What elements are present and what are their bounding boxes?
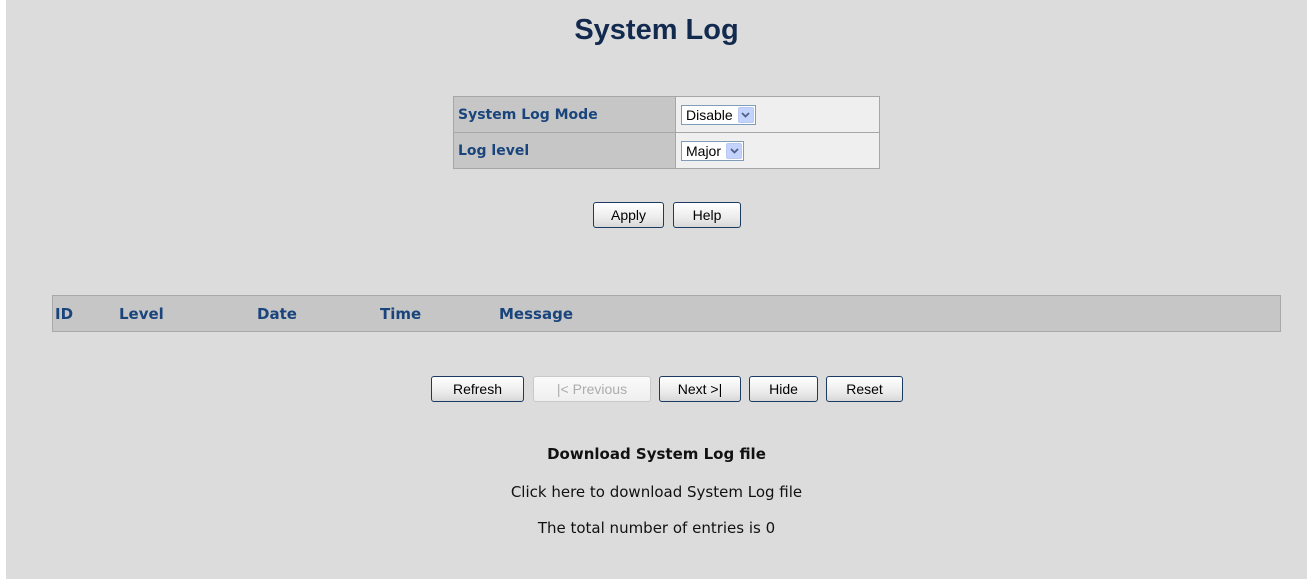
hide-button[interactable]: Hide — [749, 376, 818, 402]
reset-button[interactable]: Reset — [826, 376, 903, 402]
log-level-cell: Major — [675, 132, 880, 169]
log-table-header: ID Level Date Time Message — [52, 295, 1281, 332]
download-link[interactable]: Click here to download System Log file — [6, 483, 1307, 501]
log-level-label: Log level — [453, 132, 676, 169]
help-button[interactable]: Help — [673, 202, 741, 228]
column-header-message: Message — [499, 305, 573, 323]
settings-table: System Log Mode Disable Log level Major — [453, 96, 880, 169]
column-header-id: ID — [55, 305, 74, 323]
download-heading: Download System Log file — [547, 445, 766, 463]
system-log-mode-cell: Disable — [675, 96, 880, 133]
settings-row-log-level: Log level Major — [453, 132, 880, 169]
refresh-button[interactable]: Refresh — [431, 376, 524, 402]
column-header-date: Date — [257, 305, 297, 323]
apply-button[interactable]: Apply — [593, 202, 664, 228]
log-level-select[interactable]: Major — [681, 140, 745, 161]
system-log-mode-select[interactable]: Disable — [681, 104, 756, 125]
log-level-value: Major — [686, 142, 722, 159]
next-button[interactable]: Next >| — [659, 376, 741, 402]
previous-button[interactable]: |< Previous — [533, 376, 651, 402]
total-entries-text: The total number of entries is 0 — [537, 519, 776, 537]
chevron-down-icon — [726, 142, 743, 159]
column-header-time: Time — [380, 305, 422, 323]
settings-row-log-mode: System Log Mode Disable — [453, 96, 880, 133]
system-log-mode-label: System Log Mode — [453, 96, 676, 133]
column-header-level: Level — [119, 305, 164, 323]
page-title: System Log — [574, 14, 739, 46]
chevron-down-icon — [737, 106, 754, 123]
page-frame: System Log System Log Mode Disable Log l… — [6, 0, 1307, 579]
system-log-mode-value: Disable — [686, 106, 733, 123]
